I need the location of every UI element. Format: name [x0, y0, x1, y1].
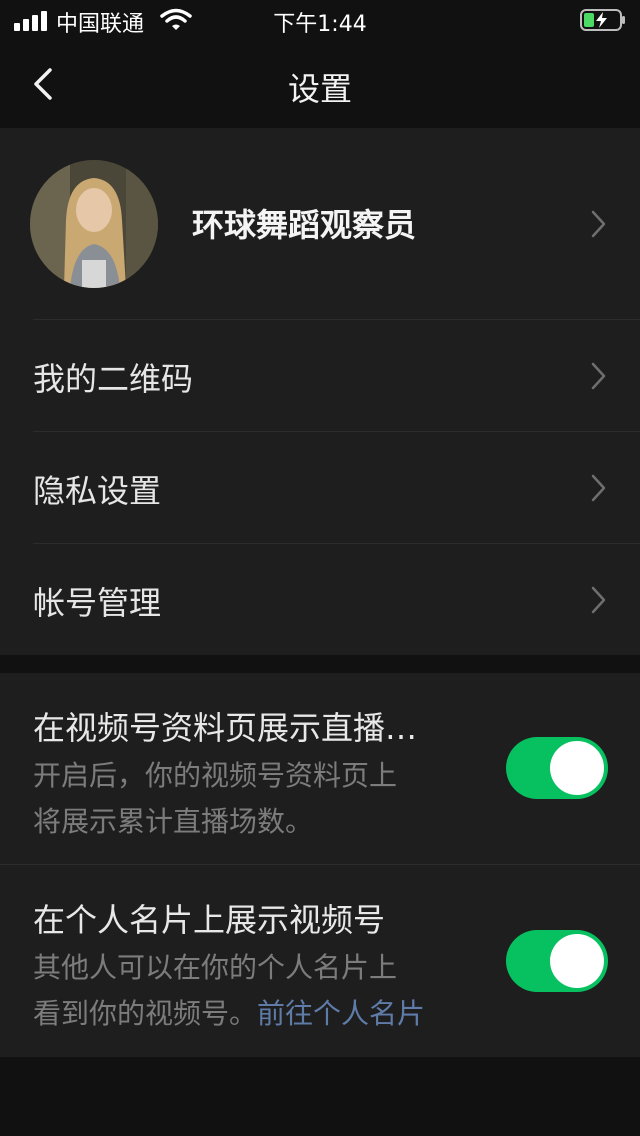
navigation-bar: 设置: [0, 40, 640, 128]
toggle-description-text: 看到你的视频号。: [33, 997, 258, 1030]
menu-item-label: 帐号管理: [33, 584, 162, 622]
menu-item-account[interactable]: 帐号管理: [0, 544, 640, 656]
battery-charging-icon: [580, 9, 625, 31]
menu-item-label: 我的二维码: [33, 360, 194, 398]
toggle-description-line: 将展示累计直播场数。: [33, 805, 314, 838]
divider: [0, 864, 640, 865]
menu-item-qr-code[interactable]: 我的二维码: [0, 320, 640, 432]
toggle-knob: [550, 741, 604, 795]
business-card-link[interactable]: 前往个人名片: [257, 997, 425, 1030]
live-count-toggle[interactable]: [506, 737, 608, 799]
toggle-description-line: 开启后，你的视频号资料页上: [33, 759, 398, 792]
settings-group-account: 环球舞蹈观察员 我的二维码 隐私设置 帐号管理: [0, 128, 640, 655]
settings-group-channels: 在视频号资料页展示直播… 开启后，你的视频号资料页上 将展示累计直播场数。 在个…: [0, 673, 640, 1057]
toggle-title: 在视频号资料页展示直播…: [33, 709, 418, 747]
toggle-knob: [550, 934, 604, 988]
chevron-right-icon: [591, 586, 606, 614]
chevron-right-icon: [591, 474, 606, 502]
toggle-description-line: 其他人可以在你的个人名片上: [33, 951, 398, 984]
toggle-description: 其他人可以在你的个人名片上 看到你的视频号。前往个人名片: [33, 945, 453, 1037]
status-time: 下午1:44: [273, 12, 367, 37]
avatar: [30, 160, 158, 288]
toggle-title: 在个人名片上展示视频号: [33, 901, 386, 939]
avatar-image: [30, 160, 158, 288]
profile-row[interactable]: 环球舞蹈观察员: [0, 128, 640, 319]
profile-name: 环球舞蹈观察员: [192, 206, 417, 244]
toggle-description-line: 看到你的视频号。前往个人名片: [33, 991, 453, 1037]
toggle-description: 开启后，你的视频号资料页上 将展示累计直播场数。: [33, 753, 453, 845]
chevron-right-icon: [591, 362, 606, 390]
status-bar: 中国联通 下午1:44: [0, 0, 640, 40]
business-card-toggle[interactable]: [506, 930, 608, 992]
chevron-right-icon: [591, 210, 606, 238]
menu-item-privacy[interactable]: 隐私设置: [0, 432, 640, 544]
page-title: 设置: [287, 70, 352, 108]
menu-item-label: 隐私设置: [33, 472, 162, 510]
